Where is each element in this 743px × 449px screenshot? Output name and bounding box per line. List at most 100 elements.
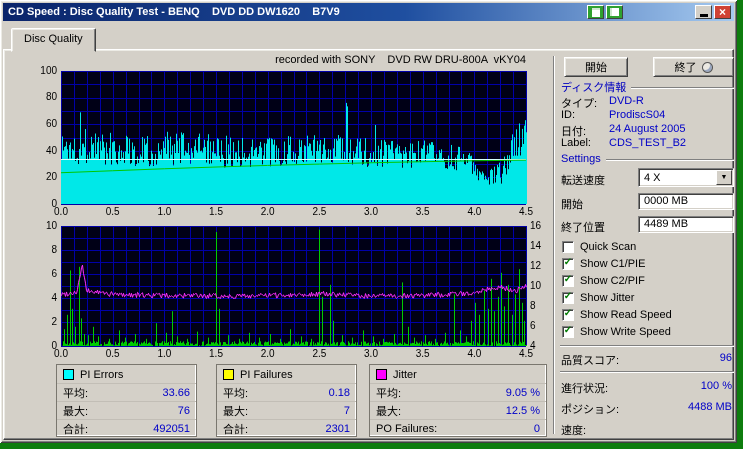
- stat-value: 0.18: [328, 386, 350, 399]
- disc-type-value: DVD-R: [609, 95, 644, 107]
- speed-select[interactable]: 4 X ▼: [638, 168, 734, 187]
- disc-label-label: Label:: [561, 137, 591, 149]
- disc-date-value: 24 August 2005: [609, 123, 686, 135]
- end-position-input[interactable]: 4489 MB: [638, 216, 734, 233]
- check-icon: ✓: [563, 325, 573, 336]
- end-position-label: 終了位置: [561, 222, 605, 234]
- separator: [560, 345, 734, 346]
- disc-label-value: CDS_TEST_B2: [609, 137, 687, 149]
- jitter-stats-panel: Jitter 平均: 9.05 % 最大: 12.5 % PO Failures: 0: [369, 364, 547, 437]
- tab-disc-quality[interactable]: Disc Quality: [11, 28, 96, 52]
- stat-label: 平均:: [376, 387, 402, 400]
- stat-value: 33.66: [162, 386, 190, 399]
- exit-button[interactable]: 終了: [653, 57, 734, 77]
- start-position-input[interactable]: 0000 MB: [638, 193, 734, 210]
- separator: [560, 371, 734, 372]
- checkbox-label: Show C1/PIE: [580, 257, 646, 270]
- pi-failures-stats-panel: PI Failures 平均: 0.18 最大: 7 合計: 2301: [216, 364, 357, 437]
- speed-status-label: 速度:: [561, 425, 587, 437]
- stat-label: 合計:: [63, 423, 89, 436]
- jitter-stats-title: Jitter: [393, 368, 417, 381]
- titlebar-buttons: ×: [587, 5, 734, 19]
- vertical-separator: [553, 56, 555, 434]
- jitter-swatch: [376, 369, 387, 380]
- pi-failures-jitter-chart: [29, 221, 549, 363]
- position-value: 4488 MB: [687, 401, 732, 413]
- document-icon: [591, 7, 600, 17]
- checkbox-box: [562, 240, 574, 253]
- window-title: CD Speed : Disc Quality Test - BENQ DVD …: [8, 6, 340, 18]
- settings-header: Settings: [561, 153, 734, 165]
- stat-row: 平均: 33.66: [57, 383, 196, 401]
- checkbox-label: Show Jitter: [580, 291, 635, 304]
- checkbox-box: ✓: [562, 291, 574, 304]
- app-window: CD Speed : Disc Quality Test - BENQ DVD …: [0, 0, 737, 443]
- titlebar-tool-button-1[interactable]: [587, 5, 604, 19]
- check-icon: ✓: [563, 257, 573, 268]
- stat-row: 平均: 0.18: [217, 383, 356, 401]
- check-icon: ✓: [563, 308, 573, 319]
- checkbox-label: Show Read Speed: [580, 308, 672, 321]
- stat-value: 76: [177, 404, 190, 417]
- stat-row: 合計: 492051: [57, 419, 196, 437]
- close-button[interactable]: ×: [714, 5, 731, 19]
- chevron-down-icon[interactable]: ▼: [716, 170, 732, 185]
- titlebar-tool-button-2[interactable]: [606, 5, 623, 19]
- main-panel: recorded with SONY DVD RW DRU-800A vKY04…: [3, 49, 734, 440]
- speed-select-value: 4 X: [644, 171, 661, 184]
- minimize-button[interactable]: [695, 5, 712, 19]
- start-position-label: 開始: [561, 199, 583, 211]
- settings-header-label: Settings: [561, 153, 601, 165]
- pi-failures-swatch: [223, 369, 234, 380]
- progress-label: 進行状況:: [561, 383, 609, 395]
- jitter-stats-header: Jitter: [370, 365, 546, 383]
- checkbox-label: Quick Scan: [580, 240, 637, 253]
- header-rule: [605, 158, 734, 160]
- stat-value: 492051: [153, 422, 190, 435]
- minimize-icon: [699, 13, 708, 17]
- checkbox-show-write-speed[interactable]: ✓ Show Write Speed: [562, 325, 671, 338]
- stat-value: 0: [533, 422, 540, 435]
- progress-value: 100 %: [700, 380, 732, 392]
- checkbox-show-jitter[interactable]: ✓ Show Jitter: [562, 291, 634, 304]
- checkbox-label: Show Write Speed: [580, 325, 671, 338]
- stat-row: 平均: 9.05 %: [370, 383, 546, 401]
- stat-label: PO Failures:: [376, 422, 438, 435]
- stat-value: 2301: [325, 422, 350, 435]
- pi-errors-stats-header: PI Errors: [57, 365, 196, 383]
- checkbox-box: ✓: [562, 325, 574, 338]
- pi-errors-swatch: [63, 369, 74, 380]
- check-icon: ✓: [563, 291, 573, 302]
- stat-row: 最大: 12.5 %: [370, 401, 546, 419]
- disc-id-value: ProdiscS04: [609, 109, 666, 121]
- speed-label: 転送速度: [561, 175, 605, 187]
- checkbox-box: ✓: [562, 257, 574, 270]
- position-label: ポジション:: [561, 404, 620, 416]
- checkbox-show-read-speed[interactable]: ✓ Show Read Speed: [562, 308, 672, 321]
- stat-row: 合計: 2301: [217, 419, 356, 437]
- quality-score-value: 96: [719, 352, 732, 364]
- stat-value: 9.05 %: [505, 386, 540, 399]
- pi-errors-stats-panel: PI Errors 平均: 33.66 最大: 76 合計: 492051: [56, 364, 197, 437]
- stat-row: 最大: 7: [217, 401, 356, 419]
- disc-info-header: ディスク情報: [561, 79, 734, 95]
- close-icon: ×: [718, 5, 726, 19]
- stat-row: 最大: 76: [57, 401, 196, 419]
- checkbox-quick-scan[interactable]: Quick Scan: [562, 240, 636, 253]
- stat-value: 7: [343, 404, 350, 417]
- exit-icon: [701, 61, 713, 73]
- start-button[interactable]: 開始: [564, 57, 628, 77]
- disk-icon: [610, 8, 619, 16]
- titlebar: CD Speed : Disc Quality Test - BENQ DVD …: [3, 3, 734, 21]
- quality-score-label: 品質スコア:: [561, 355, 620, 367]
- pi-failures-stats-title: PI Failures: [240, 368, 293, 381]
- stat-label: 最大:: [376, 405, 402, 418]
- checkbox-label: Show C2/PIF: [580, 274, 645, 287]
- tab-label: Disc Quality: [24, 33, 83, 45]
- pi-errors-stats-title: PI Errors: [80, 368, 124, 381]
- disc-info-header-label: ディスク情報: [561, 82, 627, 94]
- checkbox-show-c2-pif[interactable]: ✓ Show C2/PIF: [562, 274, 645, 287]
- pi-failures-stats-header: PI Failures: [217, 365, 356, 383]
- checkbox-box: ✓: [562, 274, 574, 287]
- checkbox-show-c1-pie[interactable]: ✓ Show C1/PIE: [562, 257, 645, 270]
